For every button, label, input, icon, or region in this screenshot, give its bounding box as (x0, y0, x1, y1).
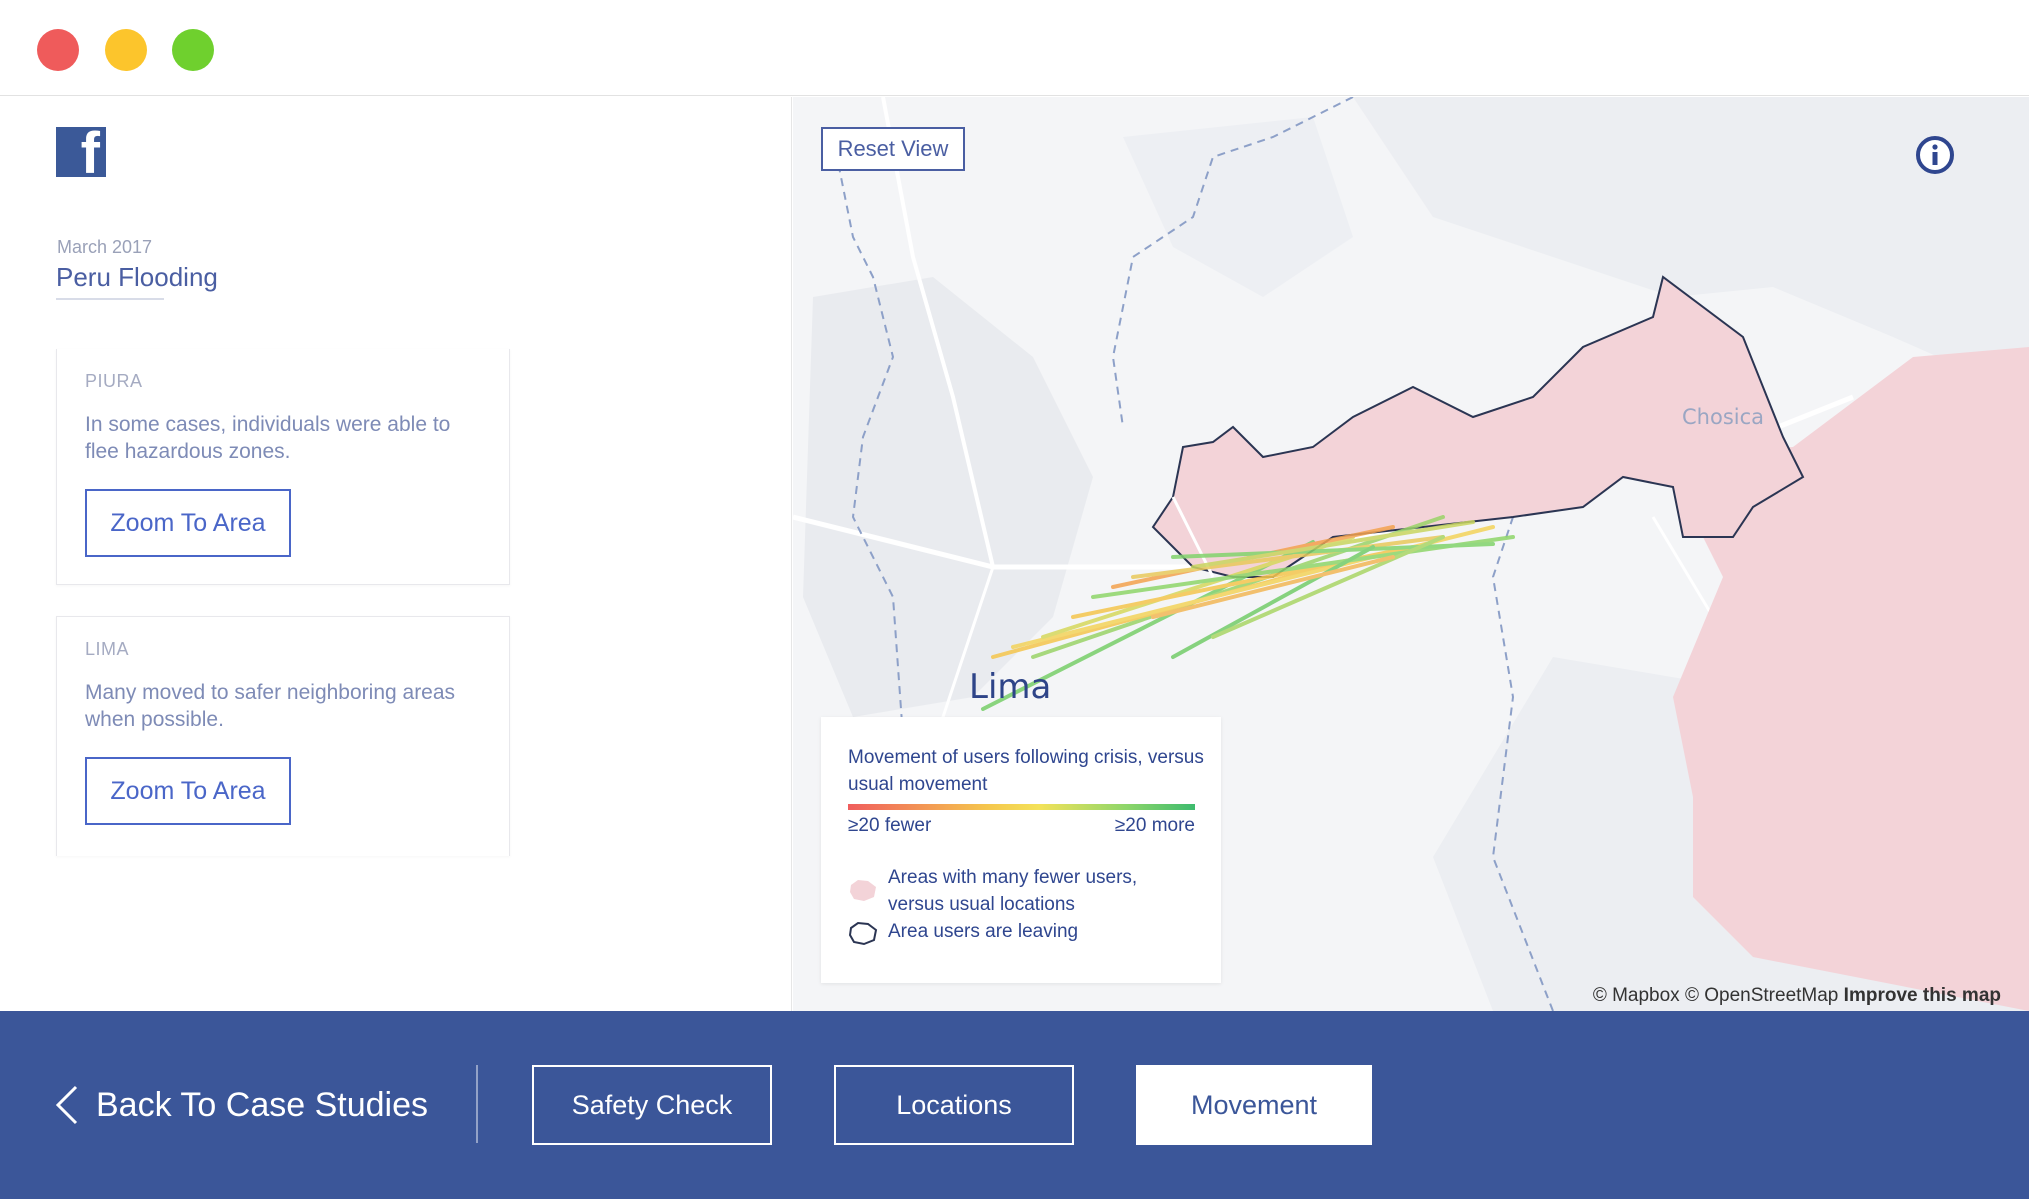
window-titlebar (0, 0, 2029, 96)
sidebar: f March 2017 Peru Flooding PIURA In some… (0, 97, 792, 1011)
legend-gradient-bar (848, 804, 1195, 810)
region-card-piura: PIURA In some cases, individuals were ab… (56, 349, 510, 585)
region-card-lima: LIMA Many moved to safer neighboring are… (56, 616, 510, 856)
legend-area-label: Areas with many fewer users, versus usua… (888, 867, 1138, 915)
reset-view-button[interactable]: Reset View (821, 127, 965, 171)
back-link-label: Back To Case Studies (96, 1085, 428, 1124)
case-date: March 2017 (57, 237, 153, 257)
card-description: Many moved to safer neighboring areas wh… (85, 681, 456, 731)
terrain-shade (1123, 117, 1353, 297)
map-attribution: © Mapbox © OpenStreetMap Improve this ma… (1593, 985, 2001, 1007)
back-to-case-studies-link[interactable]: Back To Case Studies (52, 1079, 428, 1131)
map-legend: Movement of users following crisis, vers… (821, 717, 1221, 983)
close-window-button[interactable] (37, 29, 79, 71)
map-label-lima: Lima (969, 667, 1052, 707)
osm-attribution-link[interactable]: © OpenStreetMap (1685, 985, 1838, 1006)
legend-scale-low: ≥20 fewer (848, 815, 932, 836)
leaving-area-outline-icon (848, 921, 878, 946)
tab-movement[interactable]: Movement (1136, 1065, 1372, 1145)
facebook-logo-icon: f (56, 125, 106, 183)
maximize-window-button[interactable] (172, 29, 214, 71)
bottom-navigation-bar: Back To Case Studies Safety Check Locati… (0, 1011, 2029, 1199)
map-canvas[interactable]: Reset View Lima Chosica Movement of user… (793, 97, 2029, 1011)
map-label-chosica: Chosica (1682, 405, 1765, 429)
title-underline (56, 298, 164, 300)
zoom-to-area-button[interactable]: Zoom To Area (85, 489, 291, 557)
zoom-to-area-button[interactable]: Zoom To Area (85, 757, 291, 825)
mapbox-attribution-link[interactable]: © Mapbox (1593, 985, 1680, 1006)
case-title: Peru Flooding (56, 262, 218, 292)
legend-scale-high: ≥20 more (1114, 815, 1195, 836)
legend-outline-label: Area users are leaving (888, 921, 1079, 942)
tab-safety-check[interactable]: Safety Check (532, 1065, 772, 1145)
legend-heading: Movement of users following crisis, vers… (848, 747, 1204, 795)
card-region-label: PIURA (85, 371, 143, 391)
card-description: In some cases, individuals were able to … (85, 413, 451, 463)
improve-map-link[interactable]: Improve this map (1844, 985, 2001, 1006)
info-circle-icon[interactable] (1914, 134, 1956, 176)
tab-locations[interactable]: Locations (834, 1065, 1074, 1145)
minimize-window-button[interactable] (105, 29, 147, 71)
card-region-label: LIMA (85, 639, 130, 659)
fewer-users-swatch-icon (850, 880, 876, 901)
footer-divider (476, 1065, 478, 1143)
chevron-left-icon (55, 1085, 78, 1125)
